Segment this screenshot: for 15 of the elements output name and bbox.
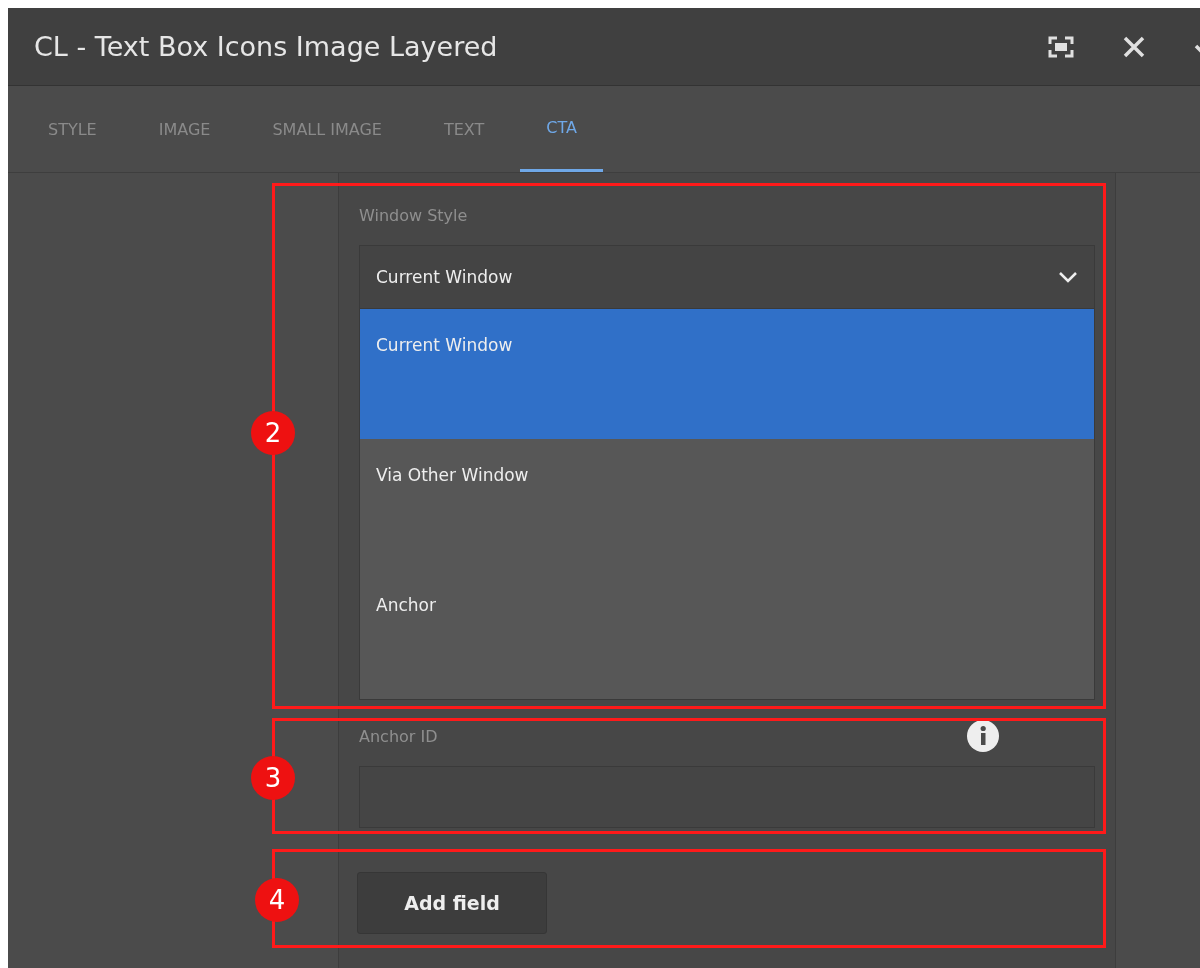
tab[interactable]: IMAGE (158, 86, 211, 172)
tab[interactable]: SMALL IMAGE (272, 86, 382, 172)
add-field-button[interactable]: Add field (357, 872, 547, 934)
dropdown-value: Current Window (376, 267, 513, 287)
window-title: CL - Text Box Icons Image Layered (34, 31, 499, 62)
field-label: Window Style (359, 206, 469, 225)
info-icon[interactable] (967, 720, 999, 752)
chevron-down-icon (1058, 271, 1078, 283)
dropdown-option[interactable]: Current Window (360, 309, 1094, 439)
fullscreen-icon[interactable] (1048, 35, 1074, 58)
field-label: Anchor ID (359, 726, 438, 746)
close-icon[interactable] (1122, 34, 1146, 59)
dropdown[interactable]: Current Window (359, 245, 1095, 309)
tab[interactable]: TEXT (443, 86, 485, 172)
tab[interactable]: STYLE (48, 86, 97, 172)
